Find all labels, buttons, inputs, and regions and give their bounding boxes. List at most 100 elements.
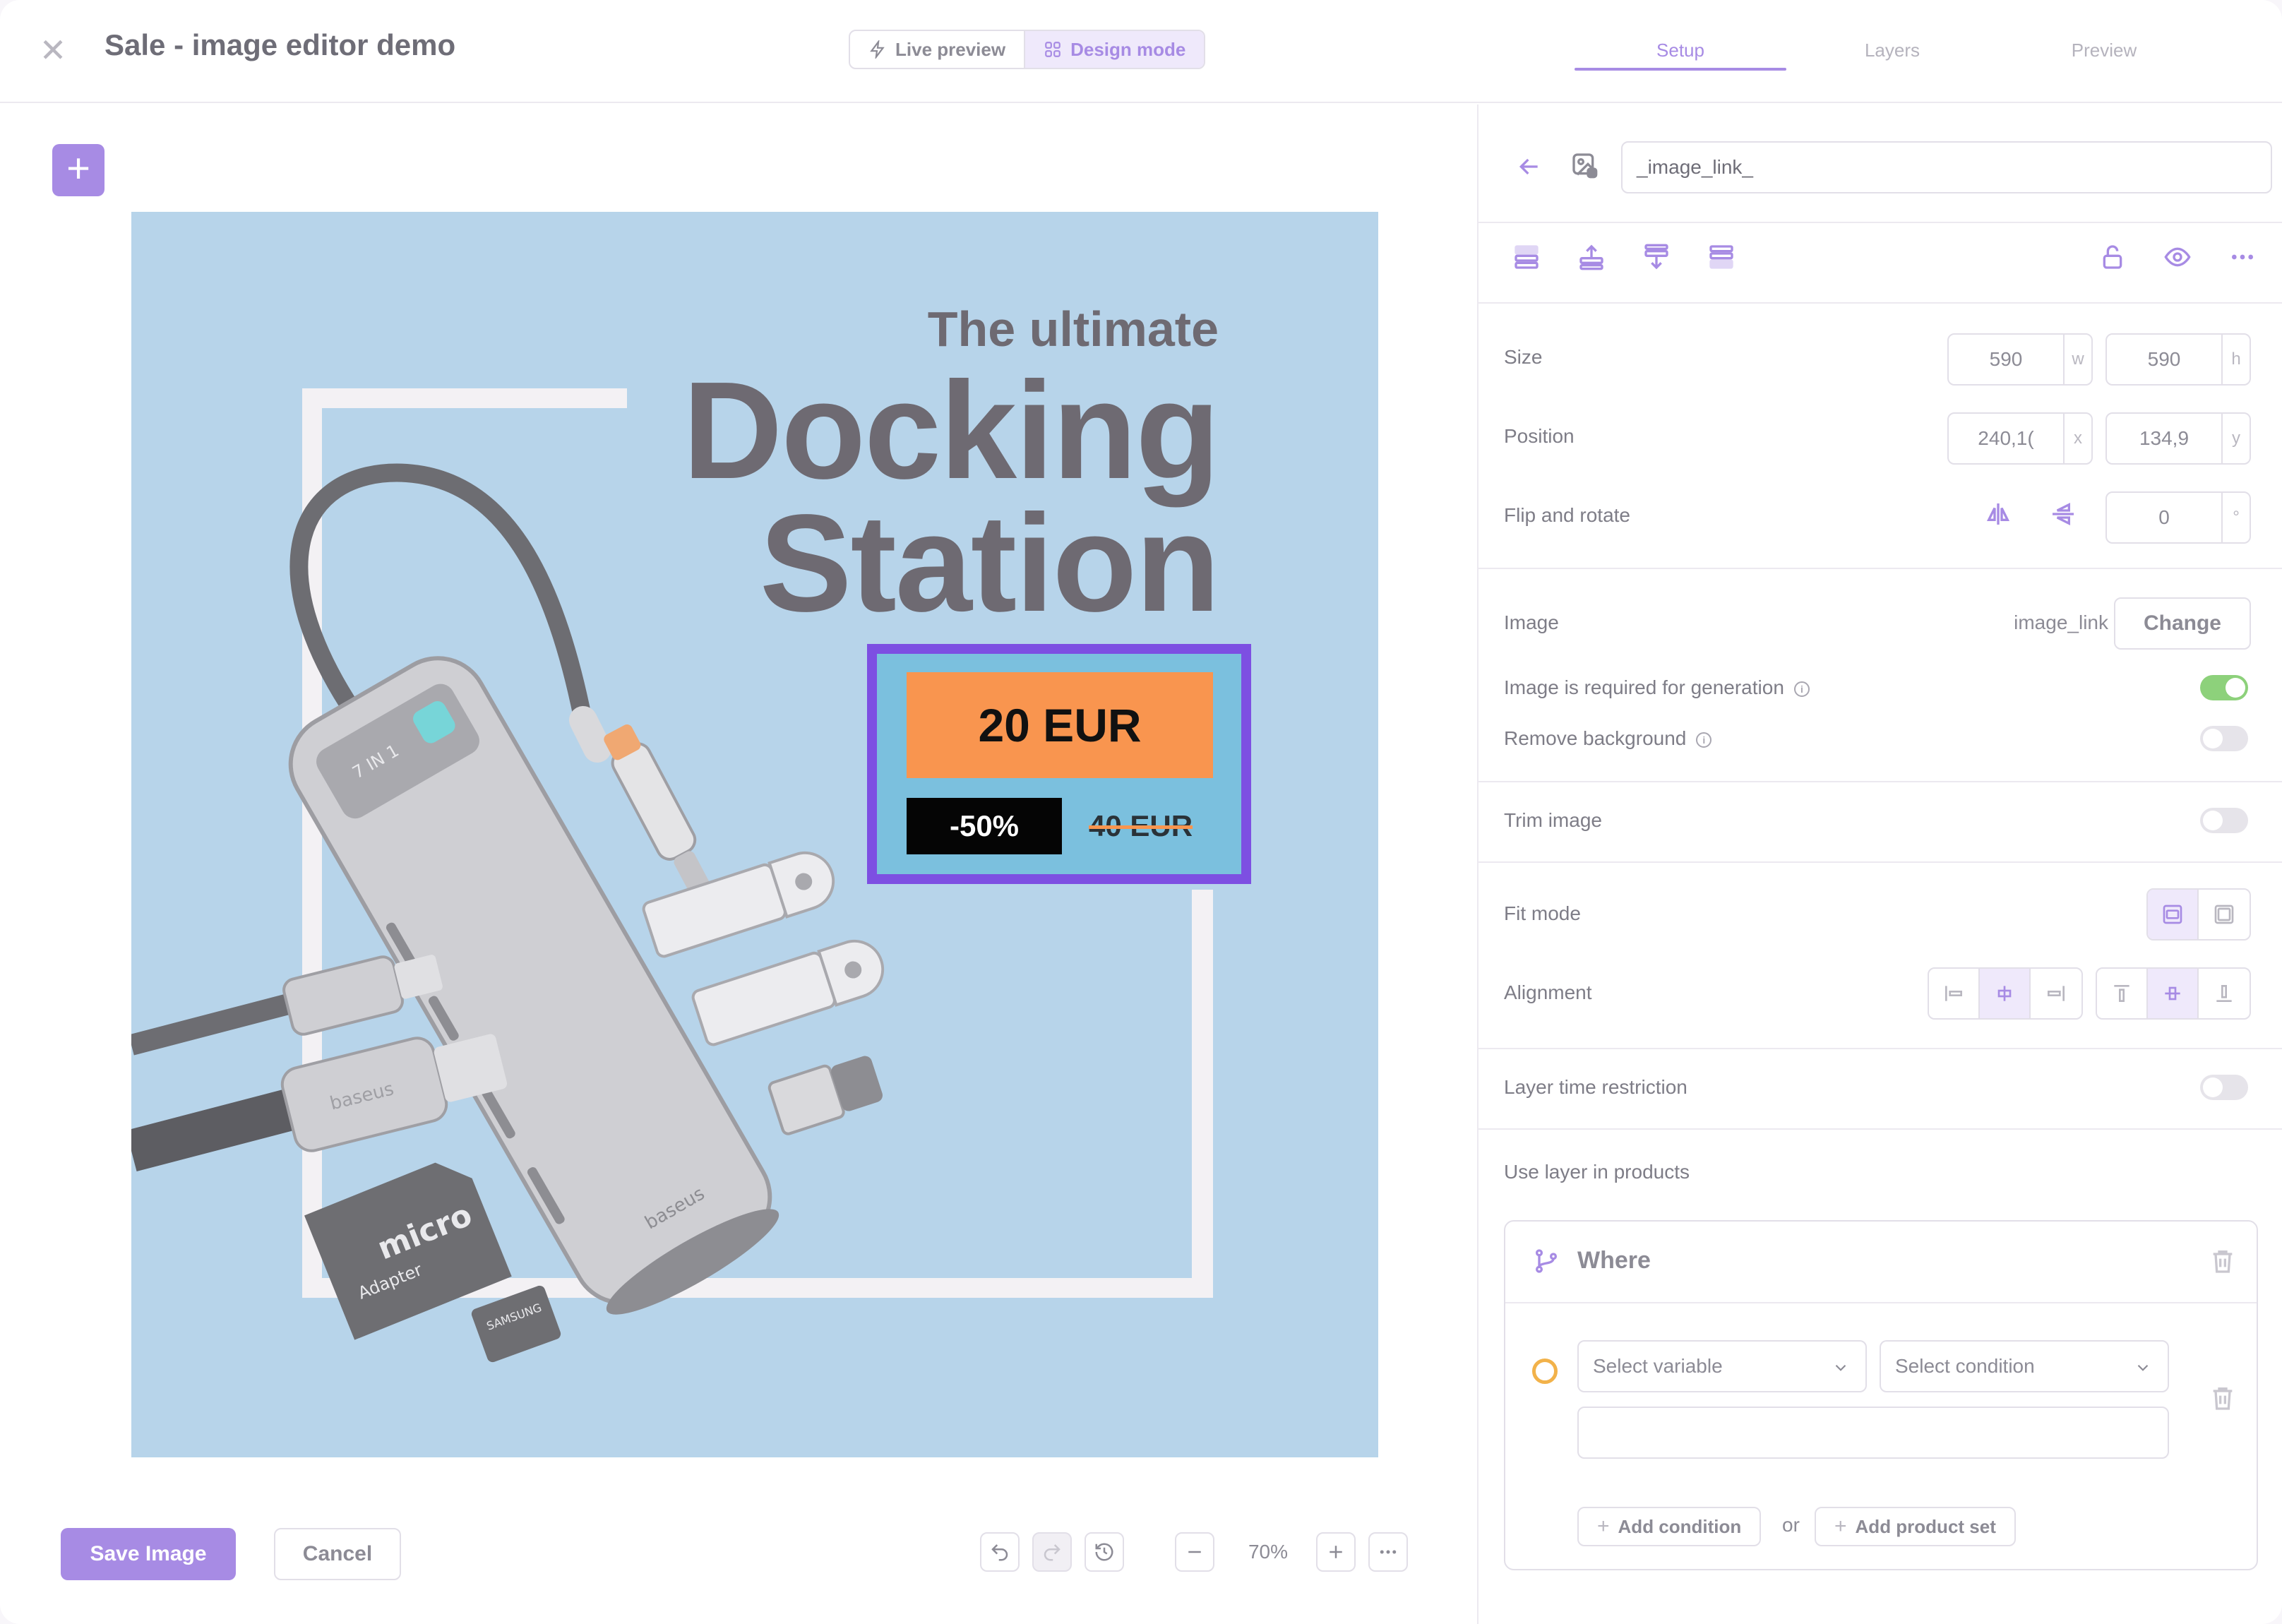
lock-icon[interactable] bbox=[2098, 243, 2127, 271]
live-preview-button[interactable]: Live preview bbox=[850, 31, 1024, 68]
divider bbox=[1478, 781, 2282, 782]
zoom-out-button[interactable] bbox=[1175, 1532, 1214, 1572]
remove-background-row: Remove background i bbox=[1504, 727, 1712, 750]
more-options-button[interactable] bbox=[1368, 1532, 1408, 1572]
bring-forward-icon[interactable] bbox=[1577, 243, 1606, 271]
fit-contain-option[interactable] bbox=[2148, 890, 2199, 939]
width-input[interactable]: 590 w bbox=[1947, 333, 2093, 386]
design-mode-button[interactable]: Design mode bbox=[1024, 31, 1205, 68]
align-left-option[interactable] bbox=[1929, 969, 1980, 1018]
image-required-label: Image is required for generation bbox=[1504, 676, 1784, 698]
condition-value-input[interactable] bbox=[1577, 1407, 2169, 1459]
canvas-tagline[interactable]: The ultimate bbox=[928, 301, 1219, 357]
time-restriction-toggle[interactable] bbox=[2200, 1075, 2248, 1100]
mode-toggle: Live preview Design mode bbox=[849, 30, 1206, 69]
height-input[interactable]: 590 h bbox=[2105, 333, 2251, 386]
flip-horizontal-icon[interactable] bbox=[1984, 500, 2012, 528]
image-label: Image bbox=[1504, 611, 1559, 633]
discount-badge: -50% bbox=[907, 798, 1062, 854]
align-middle-option[interactable] bbox=[2148, 969, 2199, 1018]
y-input[interactable]: 134,9 y bbox=[2105, 412, 2251, 465]
undo-button[interactable] bbox=[980, 1532, 1020, 1572]
close-icon[interactable]: ✕ bbox=[35, 32, 71, 68]
align-right-option[interactable] bbox=[2031, 969, 2081, 1018]
header: ✕ Sale - image editor demo Live preview … bbox=[0, 0, 2282, 103]
align-center-icon bbox=[1997, 986, 2012, 1001]
image-layer-icon bbox=[1570, 151, 1599, 179]
size-label: Size bbox=[1504, 346, 1543, 368]
trash-icon[interactable] bbox=[2209, 1247, 2237, 1275]
save-image-button[interactable]: Save Image bbox=[61, 1528, 236, 1580]
history-button[interactable] bbox=[1085, 1532, 1124, 1572]
fit-contain-icon bbox=[2163, 904, 2182, 924]
canvas-headline[interactable]: Docking Station bbox=[682, 353, 1220, 633]
align-top-option[interactable] bbox=[2097, 969, 2148, 1018]
width-unit: w bbox=[2063, 335, 2091, 384]
align-left-icon bbox=[1945, 986, 1962, 1001]
price-tag: 20 EUR bbox=[907, 672, 1213, 778]
trim-image-toggle[interactable] bbox=[2200, 808, 2248, 833]
tab-layers[interactable]: Layers bbox=[1786, 0, 1998, 103]
plus-icon: + bbox=[66, 145, 90, 191]
plus-icon: + bbox=[1597, 1515, 1610, 1538]
design-mode-label: Design mode bbox=[1070, 38, 1186, 60]
back-arrow-icon[interactable] bbox=[1515, 153, 1543, 181]
image-required-toggle[interactable] bbox=[2200, 675, 2248, 700]
align-bottom-option[interactable] bbox=[2199, 969, 2250, 1018]
zoom-in-button[interactable] bbox=[1316, 1532, 1356, 1572]
more-icon[interactable] bbox=[2228, 243, 2257, 271]
rotation-unit: ° bbox=[2221, 493, 2250, 542]
bottom-toolbar: Save Image Cancel 70% bbox=[44, 1501, 1432, 1600]
add-product-set-label: Add product set bbox=[1855, 1515, 1996, 1537]
visibility-icon[interactable] bbox=[2163, 243, 2192, 271]
add-layer-button[interactable]: + bbox=[52, 144, 104, 196]
chevron-down-icon bbox=[1835, 1364, 1846, 1371]
flip-rotate-label: Flip and rotate bbox=[1504, 504, 1630, 526]
width-value: 590 bbox=[1989, 348, 2023, 370]
headline-line-1: Docking bbox=[682, 353, 1220, 508]
bring-to-front-icon[interactable] bbox=[1512, 243, 1541, 271]
trash-icon[interactable] bbox=[2209, 1384, 2237, 1412]
condition-status-icon bbox=[1532, 1359, 1558, 1384]
fit-cover-option[interactable] bbox=[2199, 890, 2250, 939]
cancel-button[interactable]: Cancel bbox=[274, 1528, 401, 1580]
redo-button[interactable] bbox=[1032, 1532, 1072, 1572]
x-input[interactable]: 240,1( x bbox=[1947, 412, 2093, 465]
align-top-icon bbox=[2114, 985, 2129, 1002]
send-to-back-icon[interactable] bbox=[1707, 243, 1736, 271]
info-icon[interactable]: i bbox=[1793, 681, 1810, 697]
change-image-button[interactable]: Change bbox=[2114, 597, 2251, 650]
vertical-alignment bbox=[2096, 967, 2251, 1020]
tab-preview[interactable]: Preview bbox=[1998, 0, 2210, 103]
select-variable-dropdown[interactable]: Select variable bbox=[1577, 1340, 1867, 1392]
info-icon[interactable]: i bbox=[1696, 732, 1712, 748]
divider bbox=[1478, 861, 2282, 863]
select-condition-dropdown[interactable]: Select condition bbox=[1880, 1340, 2169, 1392]
rotation-value: 0 bbox=[2158, 506, 2170, 528]
position-label: Position bbox=[1504, 425, 1575, 447]
layer-name-input[interactable]: _image_link_ bbox=[1621, 141, 2272, 193]
minus-icon bbox=[1188, 1551, 1201, 1553]
history-icon bbox=[1095, 1543, 1113, 1561]
send-backward-icon[interactable] bbox=[1642, 243, 1671, 271]
artboard[interactable]: 7 IN 1 baseus baseus micro Adapter SAMSU… bbox=[131, 212, 1378, 1457]
selected-price-layer[interactable]: 20 EUR -50% 40 EUR bbox=[867, 644, 1251, 884]
align-bottom-icon bbox=[2216, 985, 2232, 1002]
height-unit: h bbox=[2221, 335, 2250, 384]
remove-background-toggle[interactable] bbox=[2200, 726, 2248, 751]
y-unit: y bbox=[2221, 414, 2250, 463]
tab-setup[interactable]: Setup bbox=[1575, 0, 1786, 103]
layer-name-value: _image_link_ bbox=[1637, 156, 1753, 178]
where-title: Where bbox=[1577, 1247, 1651, 1274]
align-center-option[interactable] bbox=[1980, 969, 2031, 1018]
rotation-input[interactable]: 0 ° bbox=[2105, 491, 2251, 544]
editor-window: ✕ Sale - image editor demo Live preview … bbox=[0, 0, 2282, 1624]
plus-icon bbox=[1330, 1546, 1342, 1558]
x-value: 240,1( bbox=[1978, 427, 2034, 449]
horizontal-alignment bbox=[1928, 967, 2083, 1020]
add-condition-button[interactable]: + Add condition bbox=[1577, 1507, 1762, 1546]
align-middle-icon bbox=[2165, 986, 2180, 1001]
remove-background-label: Remove background bbox=[1504, 727, 1687, 749]
flip-vertical-icon[interactable] bbox=[2049, 500, 2077, 528]
add-product-set-button[interactable]: + Add product set bbox=[1815, 1507, 2016, 1546]
